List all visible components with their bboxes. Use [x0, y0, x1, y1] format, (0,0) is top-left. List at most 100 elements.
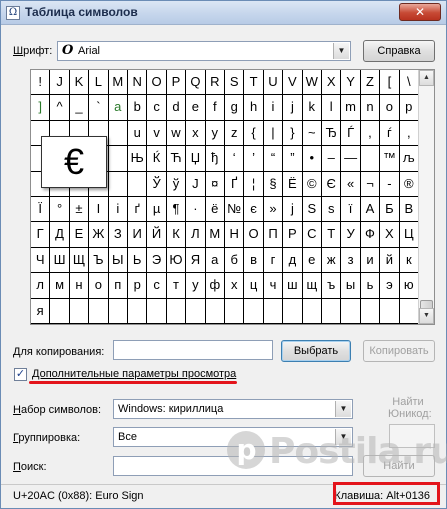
- char-cell[interactable]: ·: [186, 197, 206, 223]
- char-cell[interactable]: Ж: [89, 222, 109, 248]
- char-cell[interactable]: p: [399, 95, 419, 121]
- char-cell[interactable]: ж: [322, 247, 342, 274]
- char-cell[interactable]: З: [108, 222, 128, 248]
- char-cell[interactable]: Џ: [186, 146, 206, 172]
- char-cell[interactable]: ј: [283, 197, 303, 223]
- copy-input[interactable]: [113, 340, 273, 360]
- char-cell[interactable]: Ю: [166, 247, 187, 274]
- char-cell[interactable]: W: [302, 70, 322, 96]
- char-cell[interactable]: ¬: [360, 171, 381, 197]
- char-cell[interactable]: Р: [283, 222, 303, 248]
- char-cell[interactable]: V: [283, 70, 303, 96]
- char-cell[interactable]: }: [283, 120, 303, 147]
- char-cell[interactable]: Ѓ: [341, 120, 361, 147]
- char-cell[interactable]: S: [225, 70, 245, 96]
- char-cell[interactable]: ‘: [225, 146, 245, 172]
- char-cell[interactable]: \: [399, 70, 419, 96]
- char-cell[interactable]: [108, 171, 128, 197]
- char-cell[interactable]: ™: [380, 146, 400, 172]
- char-cell[interactable]: л: [31, 273, 51, 299]
- char-cell[interactable]: [302, 298, 322, 324]
- char-cell[interactable]: [322, 298, 342, 324]
- char-cell[interactable]: [89, 298, 109, 324]
- char-cell[interactable]: ы: [341, 273, 361, 299]
- char-cell[interactable]: є: [244, 197, 264, 223]
- char-cell[interactable]: [186, 298, 206, 324]
- char-cell[interactable]: v: [147, 120, 167, 147]
- char-cell[interactable]: ,: [360, 120, 381, 147]
- char-cell[interactable]: a: [108, 95, 128, 121]
- char-cell[interactable]: c: [147, 95, 167, 121]
- char-cell[interactable]: [128, 298, 148, 324]
- character-grid-cells[interactable]: ! J K L M N O P Q R S T U V W X Y Z[\] ^ _ ` a b c d e f g h i j k l m n o p…: [31, 70, 419, 324]
- char-cell[interactable]: Н: [225, 222, 245, 248]
- char-cell[interactable]: _: [69, 95, 90, 121]
- char-cell[interactable]: {: [244, 120, 264, 147]
- char-cell[interactable]: x: [186, 120, 206, 147]
- char-cell[interactable]: g: [225, 95, 245, 121]
- char-cell[interactable]: г: [263, 247, 284, 274]
- char-cell[interactable]: Х: [380, 222, 400, 248]
- char-cell[interactable]: J: [50, 70, 70, 96]
- char-cell[interactable]: O: [147, 70, 167, 96]
- grid-scrollbar[interactable]: ▲ ▼: [418, 70, 434, 324]
- char-cell[interactable]: ѕ: [322, 197, 342, 223]
- char-cell[interactable]: х: [225, 273, 245, 299]
- char-cell[interactable]: -: [380, 171, 400, 197]
- char-cell[interactable]: в: [244, 247, 264, 274]
- char-cell[interactable]: ґ: [128, 197, 148, 223]
- char-cell[interactable]: і: [108, 197, 128, 223]
- char-cell[interactable]: Ъ: [89, 247, 109, 274]
- char-cell[interactable]: ѓ: [380, 120, 400, 147]
- char-cell[interactable]: [205, 298, 225, 324]
- char-cell[interactable]: Ћ: [166, 146, 187, 172]
- char-cell[interactable]: б: [225, 247, 245, 274]
- char-cell[interactable]: X: [322, 70, 342, 96]
- char-cell[interactable]: N: [128, 70, 148, 96]
- help-button[interactable]: Справка: [363, 40, 435, 62]
- character-grid[interactable]: ! J K L M N O P Q R S T U V W X Y Z[\] ^ _ ` a b c d e f g h i j k l m n o p…: [30, 69, 435, 325]
- char-cell[interactable]: Г: [31, 222, 51, 248]
- char-cell[interactable]: Є: [322, 171, 342, 197]
- char-cell[interactable]: Я: [186, 247, 206, 274]
- char-cell[interactable]: f: [205, 95, 225, 121]
- char-cell[interactable]: [69, 298, 90, 324]
- char-cell[interactable]: µ: [147, 197, 167, 223]
- char-cell[interactable]: K: [69, 70, 90, 96]
- char-cell[interactable]: ш: [283, 273, 303, 299]
- char-cell[interactable]: [108, 120, 128, 147]
- char-cell[interactable]: Д: [50, 222, 70, 248]
- char-cell[interactable]: “: [263, 146, 284, 172]
- char-cell[interactable]: T: [244, 70, 264, 96]
- char-cell[interactable]: «: [341, 171, 361, 197]
- char-cell[interactable]: щ: [302, 273, 322, 299]
- char-cell[interactable]: Т: [322, 222, 342, 248]
- char-cell[interactable]: n: [360, 95, 381, 121]
- char-cell[interactable]: [283, 298, 303, 324]
- char-cell[interactable]: ©: [302, 171, 322, 197]
- charset-select[interactable]: Windows: кириллица ▼: [113, 399, 353, 419]
- char-cell[interactable]: [108, 146, 128, 172]
- char-cell[interactable]: Ч: [31, 247, 51, 274]
- char-cell[interactable]: ч: [263, 273, 284, 299]
- char-cell[interactable]: Ў: [147, 171, 167, 197]
- char-cell[interactable]: l: [322, 95, 342, 121]
- char-cell[interactable]: Ф: [360, 222, 381, 248]
- chevron-down-icon[interactable]: ▼: [335, 401, 351, 417]
- char-cell[interactable]: е: [302, 247, 322, 274]
- advanced-view-label[interactable]: Дополнительные параметры просмотра: [32, 368, 236, 380]
- char-cell[interactable]: m: [341, 95, 361, 121]
- char-cell[interactable]: №: [225, 197, 245, 223]
- char-cell[interactable]: Z: [360, 70, 381, 96]
- char-cell[interactable]: я: [31, 298, 51, 324]
- char-cell[interactable]: °: [50, 197, 70, 223]
- char-cell[interactable]: |: [263, 120, 284, 147]
- char-cell[interactable]: –: [322, 146, 342, 172]
- char-cell[interactable]: й: [380, 247, 400, 274]
- char-cell[interactable]: ]: [31, 95, 51, 121]
- char-cell[interactable]: Y: [341, 70, 361, 96]
- char-cell[interactable]: н: [69, 273, 90, 299]
- char-cell[interactable]: ў: [166, 171, 187, 197]
- char-cell[interactable]: —: [341, 146, 361, 172]
- char-cell[interactable]: [380, 298, 400, 324]
